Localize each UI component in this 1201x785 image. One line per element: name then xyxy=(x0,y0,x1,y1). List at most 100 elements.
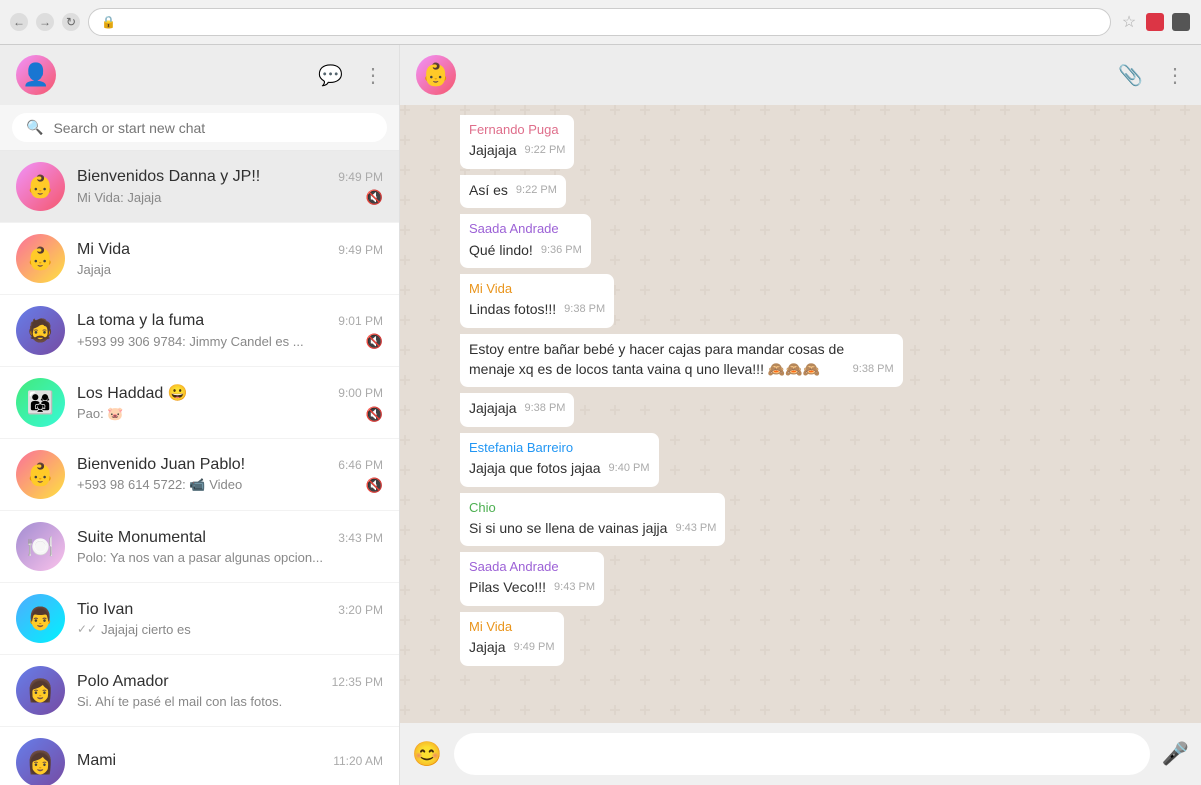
forward-button[interactable]: → xyxy=(36,13,54,31)
chat-name: Bienvenidos Danna y JP!! xyxy=(77,168,260,186)
message-bubble: Estefania Barreiro Jajaja que fotos jaja… xyxy=(460,433,659,487)
chat-name: Bienvenido Juan Pablo! xyxy=(77,456,245,474)
message-bubble: Mi Vida Jajaja 9:49 PM xyxy=(460,612,564,666)
message-time: 9:22 PM xyxy=(524,143,565,158)
message-time: 9:40 PM xyxy=(609,461,650,476)
browser-actions: ☆ xyxy=(1119,12,1191,32)
chat-preview: Si. Ahí te pasé el mail con las fotos. xyxy=(77,694,383,709)
app-container: 👤 💬 ⋮ 🔍 👶 Bienvenidos Danna y JP!! 9:49 … xyxy=(0,45,1201,785)
chat-name: Polo Amador xyxy=(77,673,169,691)
sidebar: 👤 💬 ⋮ 🔍 👶 Bienvenidos Danna y JP!! 9:49 … xyxy=(0,45,400,785)
chat-avatar: 👩 xyxy=(16,738,65,785)
chat-avatar: 👶 xyxy=(16,162,65,211)
chat-name-row: Bienvenidos Danna y JP!! 9:49 PM xyxy=(77,168,383,186)
chat-name-row: La toma y la fuma 9:01 PM xyxy=(77,312,383,330)
bookmark-button[interactable]: ☆ xyxy=(1119,12,1139,32)
chat-name-row: Suite Monumental 3:43 PM xyxy=(77,529,383,547)
message-sender: Saada Andrade xyxy=(469,558,595,576)
message-sender: Mi Vida xyxy=(469,618,555,636)
chat-list-item[interactable]: 👶 Bienvenidos Danna y JP!! 9:49 PM Mi Vi… xyxy=(0,151,399,223)
chat-list-item[interactable]: 👨‍👩‍👧 Los Haddad 😀 9:00 PM Pao: 🐷 🔇 xyxy=(0,367,399,439)
message-input[interactable] xyxy=(470,746,1134,763)
messages-area: Fernando Puga Jajajaja 9:22 PM Así es 9:… xyxy=(400,105,1201,723)
chat-preview-row: Pao: 🐷 🔇 xyxy=(77,406,383,423)
chat-name-row: Polo Amador 12:35 PM xyxy=(77,673,383,691)
chat-info: Los Haddad 😀 9:00 PM Pao: 🐷 🔇 xyxy=(77,383,383,423)
attach-icon[interactable]: 📎 xyxy=(1118,63,1143,88)
url-bar[interactable]: 🔒 xyxy=(88,8,1111,36)
ext1-button[interactable] xyxy=(1145,12,1165,32)
chat-info: Bienvenidos Danna y JP!! 9:49 PM Mi Vida… xyxy=(77,168,383,206)
message-row: Fernando Puga Jajajaja 9:22 PM xyxy=(460,115,1141,169)
user-avatar-icon: 👤 xyxy=(16,55,56,95)
message-text: Si si uno se llena de vainas jajja xyxy=(469,520,667,536)
chat-avatar-icon: 👨‍👩‍👧 xyxy=(16,378,65,427)
message-bubble: Chio Si si uno se llena de vainas jajja … xyxy=(460,493,725,547)
chat-list-item[interactable]: 👶 Mi Vida 9:49 PM Jajaja xyxy=(0,223,399,295)
chat-avatar-icon: 👩 xyxy=(16,738,65,785)
back-button[interactable]: ← xyxy=(10,13,28,31)
chat-avatar-icon: 👶 xyxy=(16,162,65,211)
sidebar-header: 👤 💬 ⋮ xyxy=(0,45,399,105)
chat-time: 11:20 AM xyxy=(333,754,383,768)
search-bar: 🔍 xyxy=(0,105,399,151)
message-bubble: Jajajaja 9:38 PM xyxy=(460,393,574,427)
chat-avatar: 👩 xyxy=(16,666,65,715)
chat-name: Los Haddad 😀 xyxy=(77,383,188,403)
mute-icon: 🔇 xyxy=(366,189,383,206)
chat-avatar: 🍽️ xyxy=(16,522,65,571)
chat-preview: Mi Vida: Jajaja xyxy=(77,190,362,205)
chat-name: Mi Vida xyxy=(77,241,130,259)
chat-preview: Jajajaj cierto es xyxy=(101,622,383,637)
message-bubble: Así es 9:22 PM xyxy=(460,175,566,209)
chat-avatar-icon: 👶 xyxy=(16,234,65,283)
chat-preview-row: Jajaja xyxy=(77,262,383,277)
chat-info: Suite Monumental 3:43 PM Polo: Ya nos va… xyxy=(77,529,383,565)
chat-list-item[interactable]: 👶 Bienvenido Juan Pablo! 6:46 PM +593 98… xyxy=(0,439,399,511)
mic-button[interactable]: 🎤 xyxy=(1162,741,1189,767)
search-input-wrapper[interactable]: 🔍 xyxy=(12,113,387,142)
chat-avatar-icon: 👶 xyxy=(16,450,65,499)
chat-preview-row: Si. Ahí te pasé el mail con las fotos. xyxy=(77,694,383,709)
reload-button[interactable]: ↻ xyxy=(62,13,80,31)
message-input-area: 😊 🎤 xyxy=(400,723,1201,785)
menu-icon[interactable]: ⋮ xyxy=(363,63,383,88)
ext2-icon xyxy=(1172,13,1190,31)
new-chat-icon[interactable]: 💬 xyxy=(318,63,343,88)
chat-menu-icon[interactable]: ⋮ xyxy=(1165,63,1185,88)
chat-header: 👶 📎 ⋮ xyxy=(400,45,1201,105)
chat-header-avatar[interactable]: 👶 xyxy=(416,55,456,95)
message-text: Jajajaja xyxy=(469,142,516,158)
chat-preview-row: +593 99 306 9784: Jimmy Candel es ... 🔇 xyxy=(77,333,383,350)
lock-icon: 🔒 xyxy=(101,15,116,29)
emoji-button[interactable]: 😊 xyxy=(412,740,442,769)
message-time: 9:49 PM xyxy=(514,640,555,655)
chat-list-item[interactable]: 👩 Mami 11:20 AM xyxy=(0,727,399,785)
chat-avatar-icon: 🧔 xyxy=(16,306,65,355)
chat-info: Tio Ivan 3:20 PM ✓✓Jajajaj cierto es xyxy=(77,601,383,637)
search-input[interactable] xyxy=(53,120,373,136)
chat-header-actions: 📎 ⋮ xyxy=(1118,63,1185,88)
chat-info: Polo Amador 12:35 PM Si. Ahí te pasé el … xyxy=(77,673,383,709)
chat-time: 3:20 PM xyxy=(338,603,383,617)
message-row: Chio Si si uno se llena de vainas jajja … xyxy=(460,493,1141,547)
chat-avatar: 👨 xyxy=(16,594,65,643)
mute-icon: 🔇 xyxy=(366,333,383,350)
ext2-button[interactable] xyxy=(1171,12,1191,32)
chat-list-item[interactable]: 👩 Polo Amador 12:35 PM Si. Ahí te pasé e… xyxy=(0,655,399,727)
message-time: 9:36 PM xyxy=(541,243,582,258)
chat-list-item[interactable]: 🍽️ Suite Monumental 3:43 PM Polo: Ya nos… xyxy=(0,511,399,583)
message-bubble: Fernando Puga Jajajaja 9:22 PM xyxy=(460,115,574,169)
message-text: Qué lindo! xyxy=(469,242,533,258)
chat-avatar: 👶 xyxy=(16,234,65,283)
message-bubble: Saada Andrade Qué lindo! 9:36 PM xyxy=(460,214,591,268)
chat-list-item[interactable]: 👨 Tio Ivan 3:20 PM ✓✓Jajajaj cierto es xyxy=(0,583,399,655)
chat-preview: Polo: Ya nos van a pasar algunas opcion.… xyxy=(77,550,383,565)
message-text: Así es xyxy=(469,182,508,198)
chat-list-item[interactable]: 🧔 La toma y la fuma 9:01 PM +593 99 306 … xyxy=(0,295,399,367)
user-avatar[interactable]: 👤 xyxy=(16,55,56,95)
check-icon: ✓✓ xyxy=(77,622,97,636)
chat-preview-row: Mi Vida: Jajaja 🔇 xyxy=(77,189,383,206)
message-text: Lindas fotos!!! xyxy=(469,301,556,317)
message-sender: Estefania Barreiro xyxy=(469,439,650,457)
